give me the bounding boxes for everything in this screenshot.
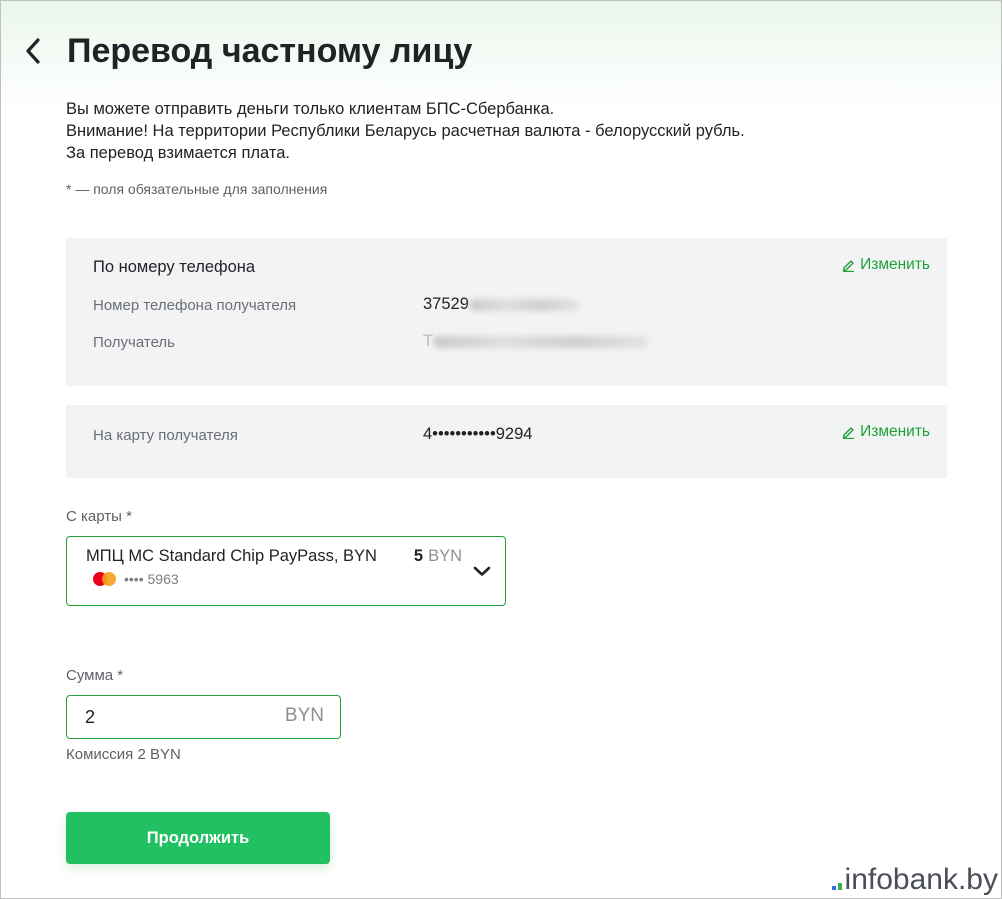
- recipient-card-number: 4•••••••••••9294: [423, 425, 533, 443]
- phone-number: 37529: [423, 295, 469, 313]
- page-title: Перевод частному лицу: [67, 32, 473, 70]
- blurred-redaction: [433, 335, 649, 348]
- edit-card-button[interactable]: Изменить: [842, 423, 930, 441]
- pencil-icon: [842, 260, 855, 272]
- pencil-icon: [842, 427, 855, 439]
- header: Перевод частному лицу: [21, 29, 472, 73]
- recipient-card-label: На карту получателя: [93, 427, 238, 444]
- watermark: infobank .by: [831, 863, 998, 897]
- edit-label: Изменить: [860, 423, 930, 440]
- edit-label: Изменить: [860, 256, 930, 273]
- watermark-logo-bars: [831, 883, 842, 890]
- edit-recipient-button[interactable]: Изменить: [842, 256, 930, 274]
- amount-input[interactable]: [67, 696, 285, 738]
- back-arrow-icon[interactable]: [21, 38, 45, 64]
- chevron-down-icon[interactable]: [470, 559, 494, 583]
- recipient-name: Т: [423, 332, 434, 350]
- recipient-label: Получатель: [93, 334, 175, 351]
- amount-currency: BYN: [284, 705, 324, 726]
- watermark-tld: .by: [957, 863, 998, 896]
- card-number-row: •••• 5963: [92, 571, 179, 587]
- phone-label: Номер телефона получателя: [93, 297, 297, 314]
- watermark-name: infobank: [844, 863, 958, 896]
- card-number: •••• 5963: [124, 571, 179, 587]
- amount-field[interactable]: BYN: [66, 695, 341, 739]
- phone-value: 37529: [423, 295, 579, 314]
- blurred-redaction: [468, 298, 579, 311]
- balance-amount: 5: [413, 547, 424, 565]
- info-line: Внимание! На территории Республики Белар…: [66, 122, 745, 140]
- info-line: За перевод взимается плата.: [66, 144, 290, 162]
- balance-currency: BYN: [428, 547, 462, 565]
- info-text: Вы можете отправить деньги только клиент…: [66, 98, 745, 164]
- card-balance: 5 BYN: [414, 547, 462, 566]
- required-note: * — поля обязательные для заполнения: [66, 181, 328, 197]
- recipient-value: Т: [423, 332, 649, 351]
- continue-button[interactable]: Продолжить: [66, 812, 330, 864]
- recipient-panel: По номеру телефона Изменить Номер телефо…: [66, 238, 947, 386]
- mastercard-icon: [92, 572, 116, 586]
- info-line: Вы можете отправить деньги только клиент…: [66, 100, 555, 118]
- page-frame: Перевод частному лицу Вы можете отправит…: [0, 0, 1002, 899]
- amount-label: Сумма *: [66, 667, 124, 684]
- card-name: МПЦ MC Standard Chip PayPass, BYN: [86, 547, 377, 565]
- recipient-card-panel: На карту получателя 4•••••••••••9294 Изм…: [66, 405, 947, 478]
- recipient-panel-title: По номеру телефона: [93, 258, 256, 276]
- commission-text: Комиссия 2 BYN: [66, 746, 181, 763]
- from-card-label: С карты *: [66, 508, 132, 525]
- from-card-select[interactable]: МПЦ MC Standard Chip PayPass, BYN 5 BYN •…: [66, 536, 506, 606]
